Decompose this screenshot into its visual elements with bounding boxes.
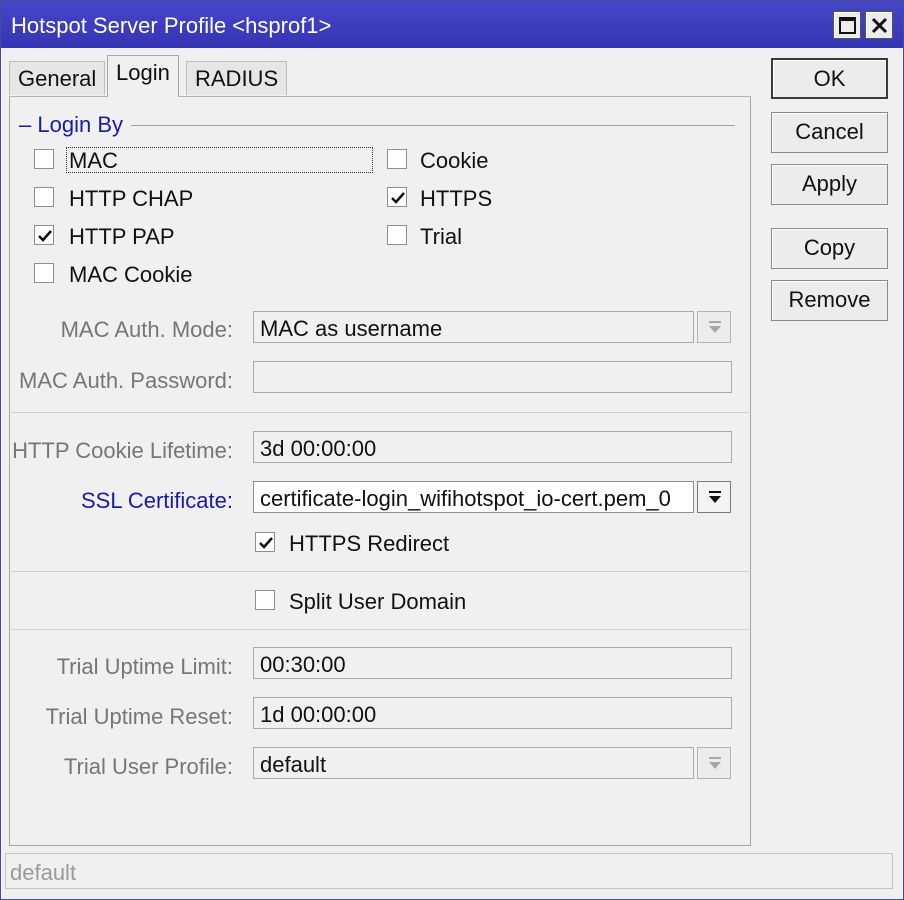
dropdown-arrow-icon	[709, 757, 721, 769]
https-label: HTTPS	[420, 186, 493, 211]
maximize-button[interactable]	[833, 11, 861, 39]
https-checkbox[interactable]	[387, 187, 407, 207]
trial-uptime-limit-field[interactable]: 00:30:00	[253, 647, 732, 679]
trial-user-profile-label: Trial User Profile:	[63, 754, 233, 779]
dialog-window: Hotspot Server Profile <hsprof1> General…	[0, 0, 904, 900]
mac-auth-mode-select[interactable]: MAC as username	[253, 311, 694, 343]
cookie-label: Cookie	[420, 148, 489, 173]
ssl-certificate-label[interactable]: SSL Certificate:	[81, 488, 233, 514]
remove-button[interactable]: Remove	[771, 280, 888, 321]
apply-button[interactable]: Apply	[771, 164, 888, 205]
trial-user-profile-dropdown[interactable]	[697, 747, 731, 779]
checkmark-icon	[38, 230, 52, 242]
tab-general-label: General	[18, 66, 97, 91]
dropdown-arrow-icon	[709, 321, 721, 333]
status-bar: default	[5, 853, 893, 889]
https-redirect-checkbox[interactable]	[255, 532, 275, 552]
cancel-button[interactable]: Cancel	[771, 112, 888, 153]
http-cookie-lifetime-label: HTTP Cookie Lifetime:	[12, 438, 233, 463]
ssl-certificate-select[interactable]: certificate-login_wifihotspot_io-cert.pe…	[253, 481, 694, 513]
separator	[11, 412, 749, 413]
separator	[11, 571, 749, 572]
trial-uptime-reset-label: Trial Uptime Reset:	[45, 704, 233, 729]
trial-uptime-limit-label: Trial Uptime Limit:	[56, 654, 233, 679]
mac-auth-mode-label: MAC Auth. Mode:	[60, 317, 233, 342]
maximize-icon	[839, 17, 856, 34]
http-pap-label: HTTP PAP	[69, 224, 175, 249]
http-pap-checkbox[interactable]	[34, 225, 54, 245]
ssl-certificate-dropdown[interactable]	[697, 481, 731, 513]
mac-cookie-label: MAC Cookie	[69, 262, 193, 287]
https-redirect-label: HTTPS Redirect	[289, 531, 450, 556]
tab-login-label: Login	[116, 60, 170, 85]
mac-cookie-checkbox[interactable]	[34, 263, 54, 283]
tab-login[interactable]: Login	[107, 55, 179, 97]
login-by-title: Login By	[37, 112, 123, 137]
ok-button[interactable]: OK	[771, 58, 888, 99]
tab-radius-label: RADIUS	[195, 66, 279, 91]
separator	[11, 629, 749, 630]
mac-auth-password-label: MAC Auth. Password:	[19, 368, 233, 393]
mac-auth-mode-dropdown[interactable]	[697, 311, 731, 343]
split-user-domain-label: Split User Domain	[289, 589, 467, 614]
tab-radius[interactable]: RADIUS	[186, 61, 288, 95]
cookie-checkbox[interactable]	[387, 149, 407, 169]
mac-label: MAC	[69, 148, 118, 173]
mac-checkbox[interactable]	[34, 149, 54, 169]
split-user-domain-checkbox[interactable]	[255, 590, 275, 610]
login-by-legend[interactable]: – Login By	[19, 112, 131, 138]
trial-uptime-reset-field[interactable]: 1d 00:00:00	[253, 697, 732, 729]
trial-label: Trial	[420, 224, 462, 249]
checkmark-icon	[259, 537, 273, 549]
close-button[interactable]	[865, 11, 893, 39]
close-icon	[871, 17, 888, 34]
trial-checkbox[interactable]	[387, 225, 407, 245]
title-bar[interactable]: Hotspot Server Profile <hsprof1>	[1, 1, 903, 48]
http-cookie-lifetime-field[interactable]: 3d 00:00:00	[253, 431, 732, 463]
mac-auth-password-field[interactable]	[253, 361, 732, 393]
copy-button[interactable]: Copy	[771, 228, 888, 269]
checkmark-icon	[391, 192, 405, 204]
tab-general[interactable]: General	[9, 61, 106, 95]
trial-user-profile-select[interactable]: default	[253, 747, 694, 779]
dropdown-arrow-icon	[709, 491, 721, 503]
collapse-icon: –	[19, 112, 32, 137]
http-chap-label: HTTP CHAP	[69, 186, 194, 211]
http-chap-checkbox[interactable]	[34, 187, 54, 207]
window-title: Hotspot Server Profile <hsprof1>	[11, 13, 332, 38]
